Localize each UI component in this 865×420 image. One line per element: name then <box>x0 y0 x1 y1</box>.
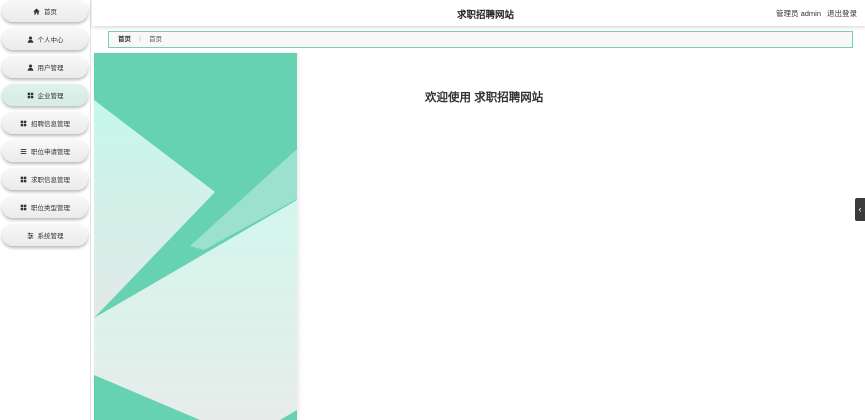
breadcrumb-separator: ⋮ <box>136 36 144 43</box>
sidebar-item-label: 首页 <box>44 9 57 16</box>
site-title: 求职招聘网站 <box>457 10 515 21</box>
sidebar-item-companies[interactable]: 企业管理 <box>2 84 88 106</box>
sidebar-item-job-seekers[interactable]: 求职信息管理 <box>2 168 88 190</box>
sidebar-item-label: 招聘信息管理 <box>31 121 70 128</box>
sidebar-item-label: 职位类型管理 <box>31 205 70 212</box>
sidebar-item-label: 系统管理 <box>37 233 64 240</box>
breadcrumb: 首页 ⋮ 首页 <box>108 31 853 48</box>
sidebar-item-home[interactable]: 首页 <box>2 0 88 22</box>
sidebar-item-job-types[interactable]: 职位类型管理 <box>2 196 88 218</box>
logout-link[interactable]: 退出登录 <box>827 8 857 19</box>
hero-illustration <box>94 53 297 420</box>
grid-icon <box>20 176 27 183</box>
sidebar-item-label: 用户管理 <box>37 65 64 72</box>
breadcrumb-home[interactable]: 首页 <box>118 36 131 43</box>
chevron-left-icon: ‹ <box>858 204 862 214</box>
top-header: 求职招聘网站 管理员 admin 退出登录 <box>92 0 865 26</box>
grid-icon <box>20 204 27 211</box>
welcome-heading: 欢迎使用 求职招聘网站 <box>425 92 544 104</box>
sidebar: 首页 个人中心 用户管理 企业管理 招聘信息管理 职位申请管理 求职信息管理 职… <box>0 0 91 420</box>
user-icon <box>27 36 34 43</box>
grid-icon <box>20 120 27 127</box>
list-icon <box>20 148 27 155</box>
sidebar-item-applications[interactable]: 职位申请管理 <box>2 140 88 162</box>
sidebar-item-users[interactable]: 用户管理 <box>2 56 88 78</box>
sliders-icon <box>27 232 34 239</box>
user-icon <box>27 64 34 71</box>
current-user-label: 管理员 admin <box>775 9 821 18</box>
breadcrumb-current: 首页 <box>149 36 163 43</box>
sidebar-item-label: 个人中心 <box>37 37 64 44</box>
sidebar-item-label: 职位申请管理 <box>31 149 70 156</box>
sidebar-item-label: 求职信息管理 <box>31 177 70 184</box>
grid-icon <box>27 92 34 99</box>
header-user-area: 管理员 admin 退出登录 <box>776 8 857 19</box>
home-icon <box>33 8 40 15</box>
sidebar-item-job-postings[interactable]: 招聘信息管理 <box>2 112 88 134</box>
sidebar-item-label: 企业管理 <box>37 93 64 100</box>
side-panel-toggle[interactable]: ‹ <box>855 198 865 221</box>
sidebar-item-profile[interactable]: 个人中心 <box>2 28 88 50</box>
sidebar-item-system[interactable]: 系统管理 <box>2 224 88 246</box>
